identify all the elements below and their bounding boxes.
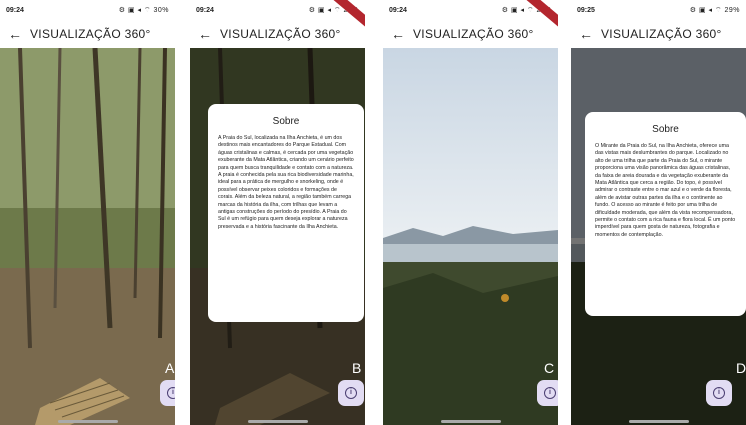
gesture-bar [57,420,118,423]
status-time: 09:24 [196,6,214,14]
app-bar: ← VISUALIZAÇÃO 360° [0,20,175,48]
info-icon: i [167,387,175,399]
page-title: VISUALIZAÇÃO 360° [601,27,722,41]
panel-label: D [736,360,746,376]
back-arrow-icon[interactable]: ← [391,26,413,42]
app-bar: ← VISUALIZAÇÃO 360° [190,20,365,48]
status-icons: ⚙ ▣ ◂ ⌔ 29% [689,6,740,14]
screen-b: 09:24 ⚙ ▣ ◂ ⌔ 29% ← VISUALIZAÇÃO 360° So… [190,0,365,425]
info-button[interactable]: i [338,380,364,406]
status-bar: 09:25 ⚙ ▣ ◂ ⌔ 29% [571,0,746,20]
gesture-bar [440,420,501,423]
panorama-view[interactable] [383,48,558,425]
panel-label: C [544,360,555,376]
status-time: 09:24 [389,6,407,14]
gesture-bar [628,420,689,423]
about-dialog: Sobre O Mirante da Praia do Sul, na Ilha… [585,112,746,316]
info-icon: i [544,387,556,399]
screen-d: 09:25 ⚙ ▣ ◂ ⌔ 29% ← VISUALIZAÇÃO 360° So… [571,0,746,425]
about-dialog: Sobre A Praia do Sul, localizada na Ilha… [208,104,364,322]
dialog-body: O Mirante da Praia do Sul, na Ilha Anchi… [595,143,736,238]
gesture-bar [247,420,308,423]
dialog-title: Sobre [652,124,679,135]
status-bar: 09:24 ⚙ ▣ ◂ ⌔ 30% [0,0,175,20]
page-title: VISUALIZAÇÃO 360° [413,27,534,41]
back-arrow-icon[interactable]: ← [8,26,30,42]
info-icon: i [345,387,357,399]
app-bar: ← VISUALIZAÇÃO 360° [383,20,558,48]
info-button[interactable]: i [160,380,175,406]
status-time: 09:25 [577,6,595,14]
dialog-body: A Praia do Sul, localizada na Ilha Anchi… [218,135,354,230]
dialog-title: Sobre [272,116,300,127]
page-title: VISUALIZAÇÃO 360° [220,27,341,41]
back-arrow-icon[interactable]: ← [198,26,220,42]
status-time: 09:24 [6,6,24,14]
panorama-view[interactable] [0,48,175,425]
page-title: VISUALIZAÇÃO 360° [30,27,151,41]
back-arrow-icon[interactable]: ← [579,26,601,42]
panel-label: A [165,360,175,376]
info-button[interactable]: i [706,380,732,406]
app-bar: ← VISUALIZAÇÃO 360° [571,20,746,48]
info-icon: i [713,387,725,399]
screen-c: 09:24 ⚙ ▣ ◂ ⌔ 29% ← VISUALIZAÇÃO 360° C … [383,0,558,425]
info-button[interactable]: i [537,380,558,406]
status-icons: ⚙ ▣ ◂ ⌔ 30% [118,6,169,14]
panel-label: B [352,360,362,376]
screen-a: 09:24 ⚙ ▣ ◂ ⌔ 30% ← VISUALIZAÇÃO 360° A … [0,0,175,425]
